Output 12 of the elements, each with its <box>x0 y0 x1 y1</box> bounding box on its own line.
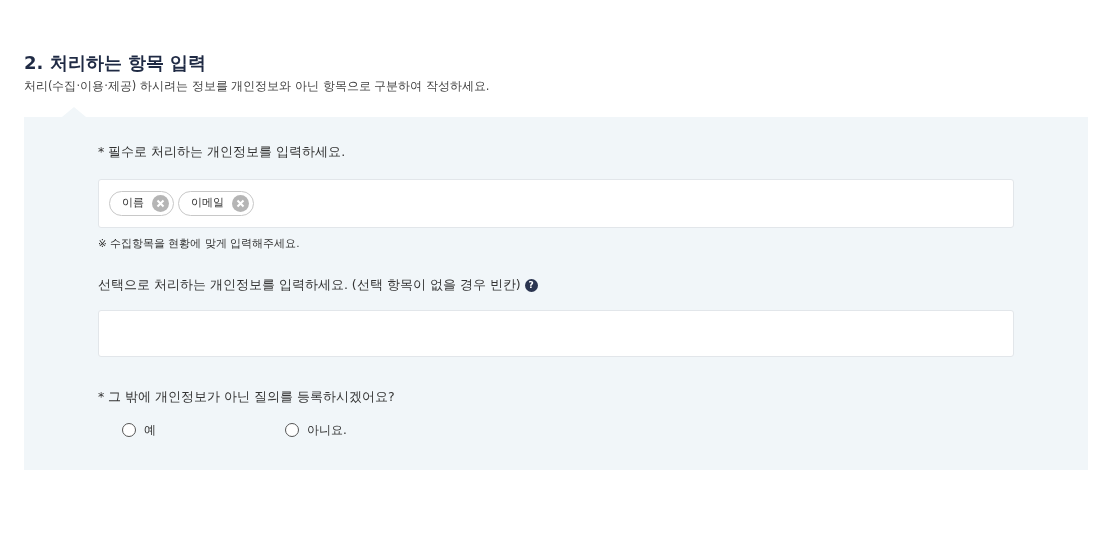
section-title: 2. 처리하는 항목 입력 <box>24 52 208 74</box>
help-icon[interactable]: ? <box>524 279 538 293</box>
tag-input-field[interactable]: 이름 이메일 <box>98 178 1014 228</box>
optional-label: 선택으로 처리하는 개인정보를 입력하세요. (선택 항목이 없을 경우 빈칸) <box>98 276 521 295</box>
note-text: ※ 수집항목을 현황에 맞게 입력해주세요. <box>98 235 301 251</box>
required-label: * 필수로 처리하는 개인정보를 입력하세요. <box>98 142 347 161</box>
section-description: 처리(수집·이용·제공) 하시려는 정보를 개인정보와 아닌 항목으로 구분하여 작성하세요. <box>24 77 491 95</box>
question-label: * 그 밖에 개인정보가 아닌 질의를 등록하시겠어요? <box>98 388 396 407</box>
tag-text: 이메일 <box>191 194 224 211</box>
option-label: 아니요. <box>307 421 347 439</box>
tag-text: 이름 <box>122 194 144 211</box>
option-label: 예 <box>144 421 156 439</box>
